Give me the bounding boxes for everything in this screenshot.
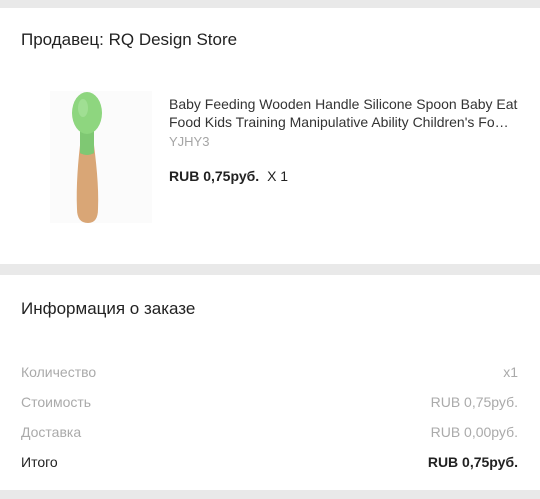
product-title[interactable]: Baby Feeding Wooden Handle Silicone Spoo… [169, 95, 525, 131]
spoon-icon [50, 91, 152, 223]
cost-value: RUB 0,75руб. [430, 394, 518, 410]
product-quantity: X 1 [267, 168, 289, 184]
summary-row-quantity: Количество x1 [21, 364, 518, 384]
product-info[interactable]: Baby Feeding Wooden Handle Silicone Spoo… [169, 95, 525, 184]
total-label: Итого [21, 454, 58, 470]
quantity-label: Количество [21, 364, 97, 380]
product-image[interactable] [50, 91, 152, 223]
total-value: RUB 0,75руб. [427, 454, 518, 470]
product-sku: YJHY3 [169, 134, 210, 149]
order-info-card: Информация о заказе Количество x1 Стоимо… [0, 275, 540, 490]
order-info-title: Информация о заказе [21, 299, 196, 318]
summary-row-shipping: Доставка RUB 0,00руб. [21, 424, 518, 444]
summary-row-cost: Стоимость RUB 0,75руб. [21, 394, 518, 414]
price-line: RUB 0,75руб. X 1 [169, 168, 525, 184]
product-price: RUB 0,75руб. [169, 168, 260, 184]
seller-card: Продавец: RQ Design Store Baby Feeding W… [0, 8, 540, 264]
cost-label: Стоимость [21, 394, 92, 410]
seller-name[interactable]: Продавец: RQ Design Store [21, 30, 237, 50]
summary-row-total: Итого RUB 0,75руб. [21, 454, 518, 474]
quantity-value: x1 [503, 364, 518, 380]
shipping-label: Доставка [21, 424, 82, 440]
shipping-value: RUB 0,00руб. [430, 424, 518, 440]
